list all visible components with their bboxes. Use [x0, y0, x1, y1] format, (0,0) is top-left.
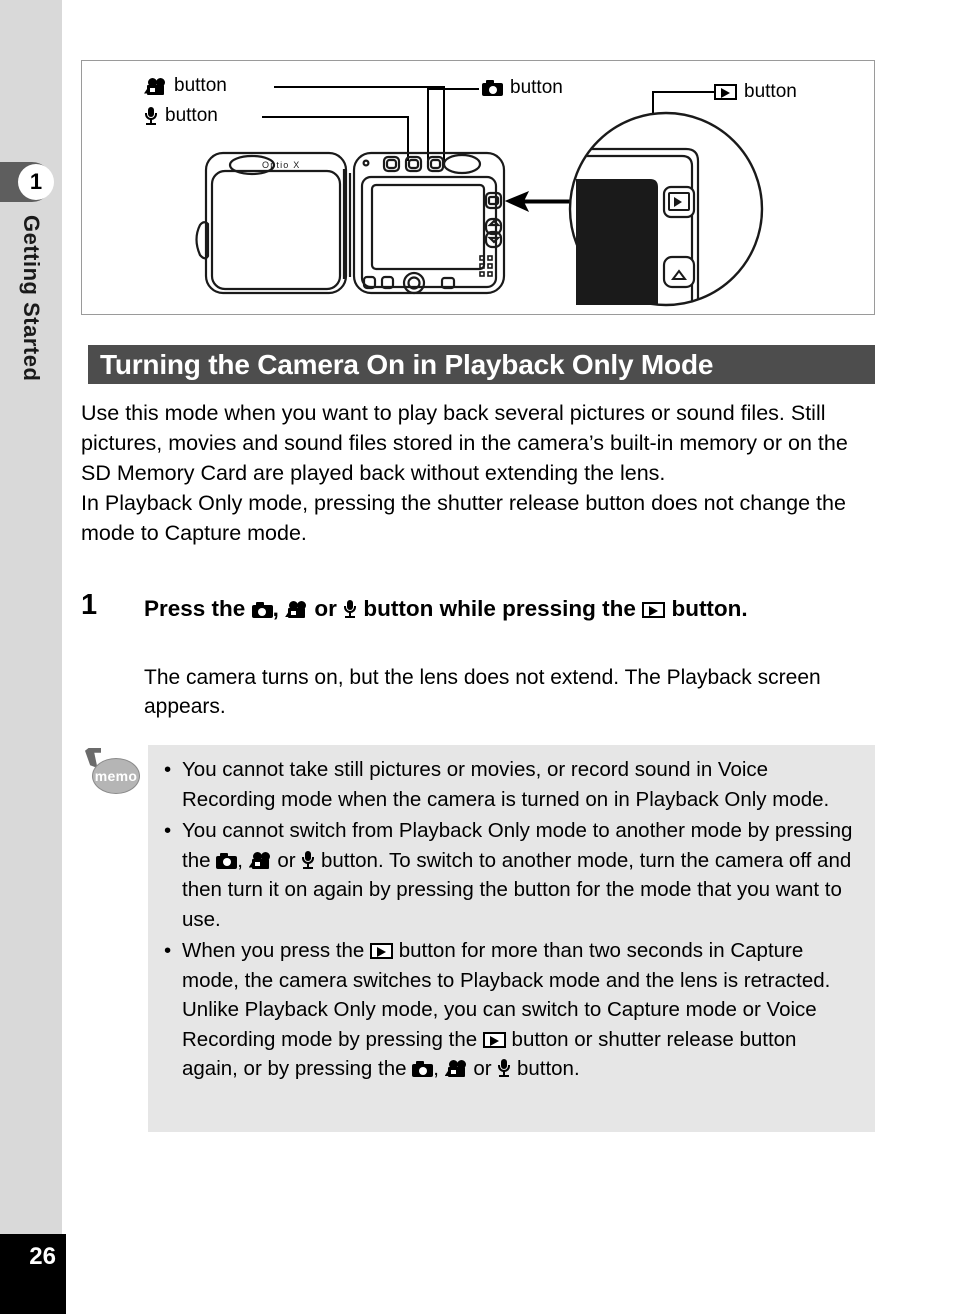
- movie-camera-icon: [444, 1060, 468, 1077]
- memo-text-segment: When you press the: [182, 939, 365, 962]
- playback-icon: [714, 84, 737, 100]
- step-description: The camera turns on, but the lens does n…: [144, 666, 821, 718]
- memo-item-text: You cannot switch from Playback Only mod…: [182, 816, 857, 934]
- intro-paragraph-2: In Playback Only mode, pressing the shut…: [81, 491, 846, 545]
- chapter-number-badge: 1: [18, 164, 54, 200]
- memo-text-segment: ,: [433, 1057, 439, 1080]
- memo-text-segment: ,: [237, 848, 243, 872]
- bullet-marker: •: [164, 939, 172, 962]
- microphone-icon: [301, 850, 315, 869]
- page-number: 26: [29, 1243, 56, 1270]
- microphone-icon: [343, 600, 357, 618]
- step-number: 1: [81, 589, 98, 621]
- step-title-part-3: or: [314, 596, 337, 621]
- camera-diagram-figure: button button button button Optio X: [81, 60, 875, 315]
- magnified-detail-circle: [568, 111, 764, 307]
- bullet-marker: •: [164, 758, 172, 781]
- playback-icon: [370, 943, 394, 959]
- memo-item-text: You cannot take still pictures or movies…: [182, 758, 830, 811]
- microphone-icon: [497, 1059, 511, 1077]
- memo-item: • You cannot take still pictures or movi…: [164, 755, 857, 814]
- leader-line-camera: [427, 88, 479, 90]
- memo-item-text: When you press the button for more than …: [182, 936, 857, 1084]
- step-title-part-1: Press the: [144, 596, 246, 621]
- memo-item: • When you press the button for more tha…: [164, 936, 857, 1084]
- camera-icon: [482, 80, 503, 96]
- section-heading: Turning the Camera On in Playback Only M…: [88, 345, 875, 384]
- callout-movie-label: button: [174, 75, 227, 96]
- bullet-marker: •: [164, 819, 172, 842]
- callout-mic-label: button: [165, 105, 218, 126]
- callout-camera-label: button: [510, 77, 563, 98]
- camera-icon: [412, 1061, 434, 1077]
- intro-text: Use this mode when you want to play back…: [81, 398, 876, 548]
- memo-icon: memo: [82, 748, 140, 796]
- chapter-title: Getting Started: [0, 215, 62, 475]
- svg-text:Optio X: Optio X: [262, 160, 300, 170]
- microphone-icon: [144, 107, 158, 125]
- step-title-part-2: ,: [272, 596, 279, 621]
- movie-camera-icon: [144, 77, 167, 95]
- memo-box: • You cannot take still pictures or movi…: [148, 745, 875, 1132]
- intro-paragraph-1: Use this mode when you want to play back…: [81, 401, 848, 485]
- memo-icon-label: memo: [92, 758, 140, 794]
- movie-camera-icon: [285, 601, 308, 618]
- playback-icon: [482, 1031, 506, 1048]
- memo-text-segment: or: [473, 1057, 492, 1080]
- callout-playback-label: button: [744, 81, 797, 102]
- step-title-part-4: button while pressing the: [363, 596, 636, 621]
- callout-camera-button: button: [482, 77, 563, 99]
- camera-icon: [216, 852, 238, 869]
- leader-line-playback: [652, 91, 714, 93]
- callout-mic-button: button: [144, 105, 218, 127]
- leader-line-movie: [274, 86, 444, 88]
- chapter-title-text: Getting Started: [19, 215, 44, 382]
- playback-icon: [642, 602, 666, 618]
- memo-text-segment: button.: [516, 1057, 580, 1080]
- movie-camera-icon: [248, 851, 272, 869]
- memo-item: • You cannot switch from Playback Only m…: [164, 816, 857, 934]
- callout-playback-button: button: [714, 81, 797, 103]
- memo-text-segment: or: [277, 848, 296, 872]
- callout-movie-button: button: [144, 75, 227, 97]
- leader-line-mic: [262, 116, 408, 118]
- step-title: Press the , or button while pressing the…: [144, 593, 881, 625]
- step-title-part-5: button.: [671, 596, 748, 621]
- camera-icon: [251, 602, 273, 618]
